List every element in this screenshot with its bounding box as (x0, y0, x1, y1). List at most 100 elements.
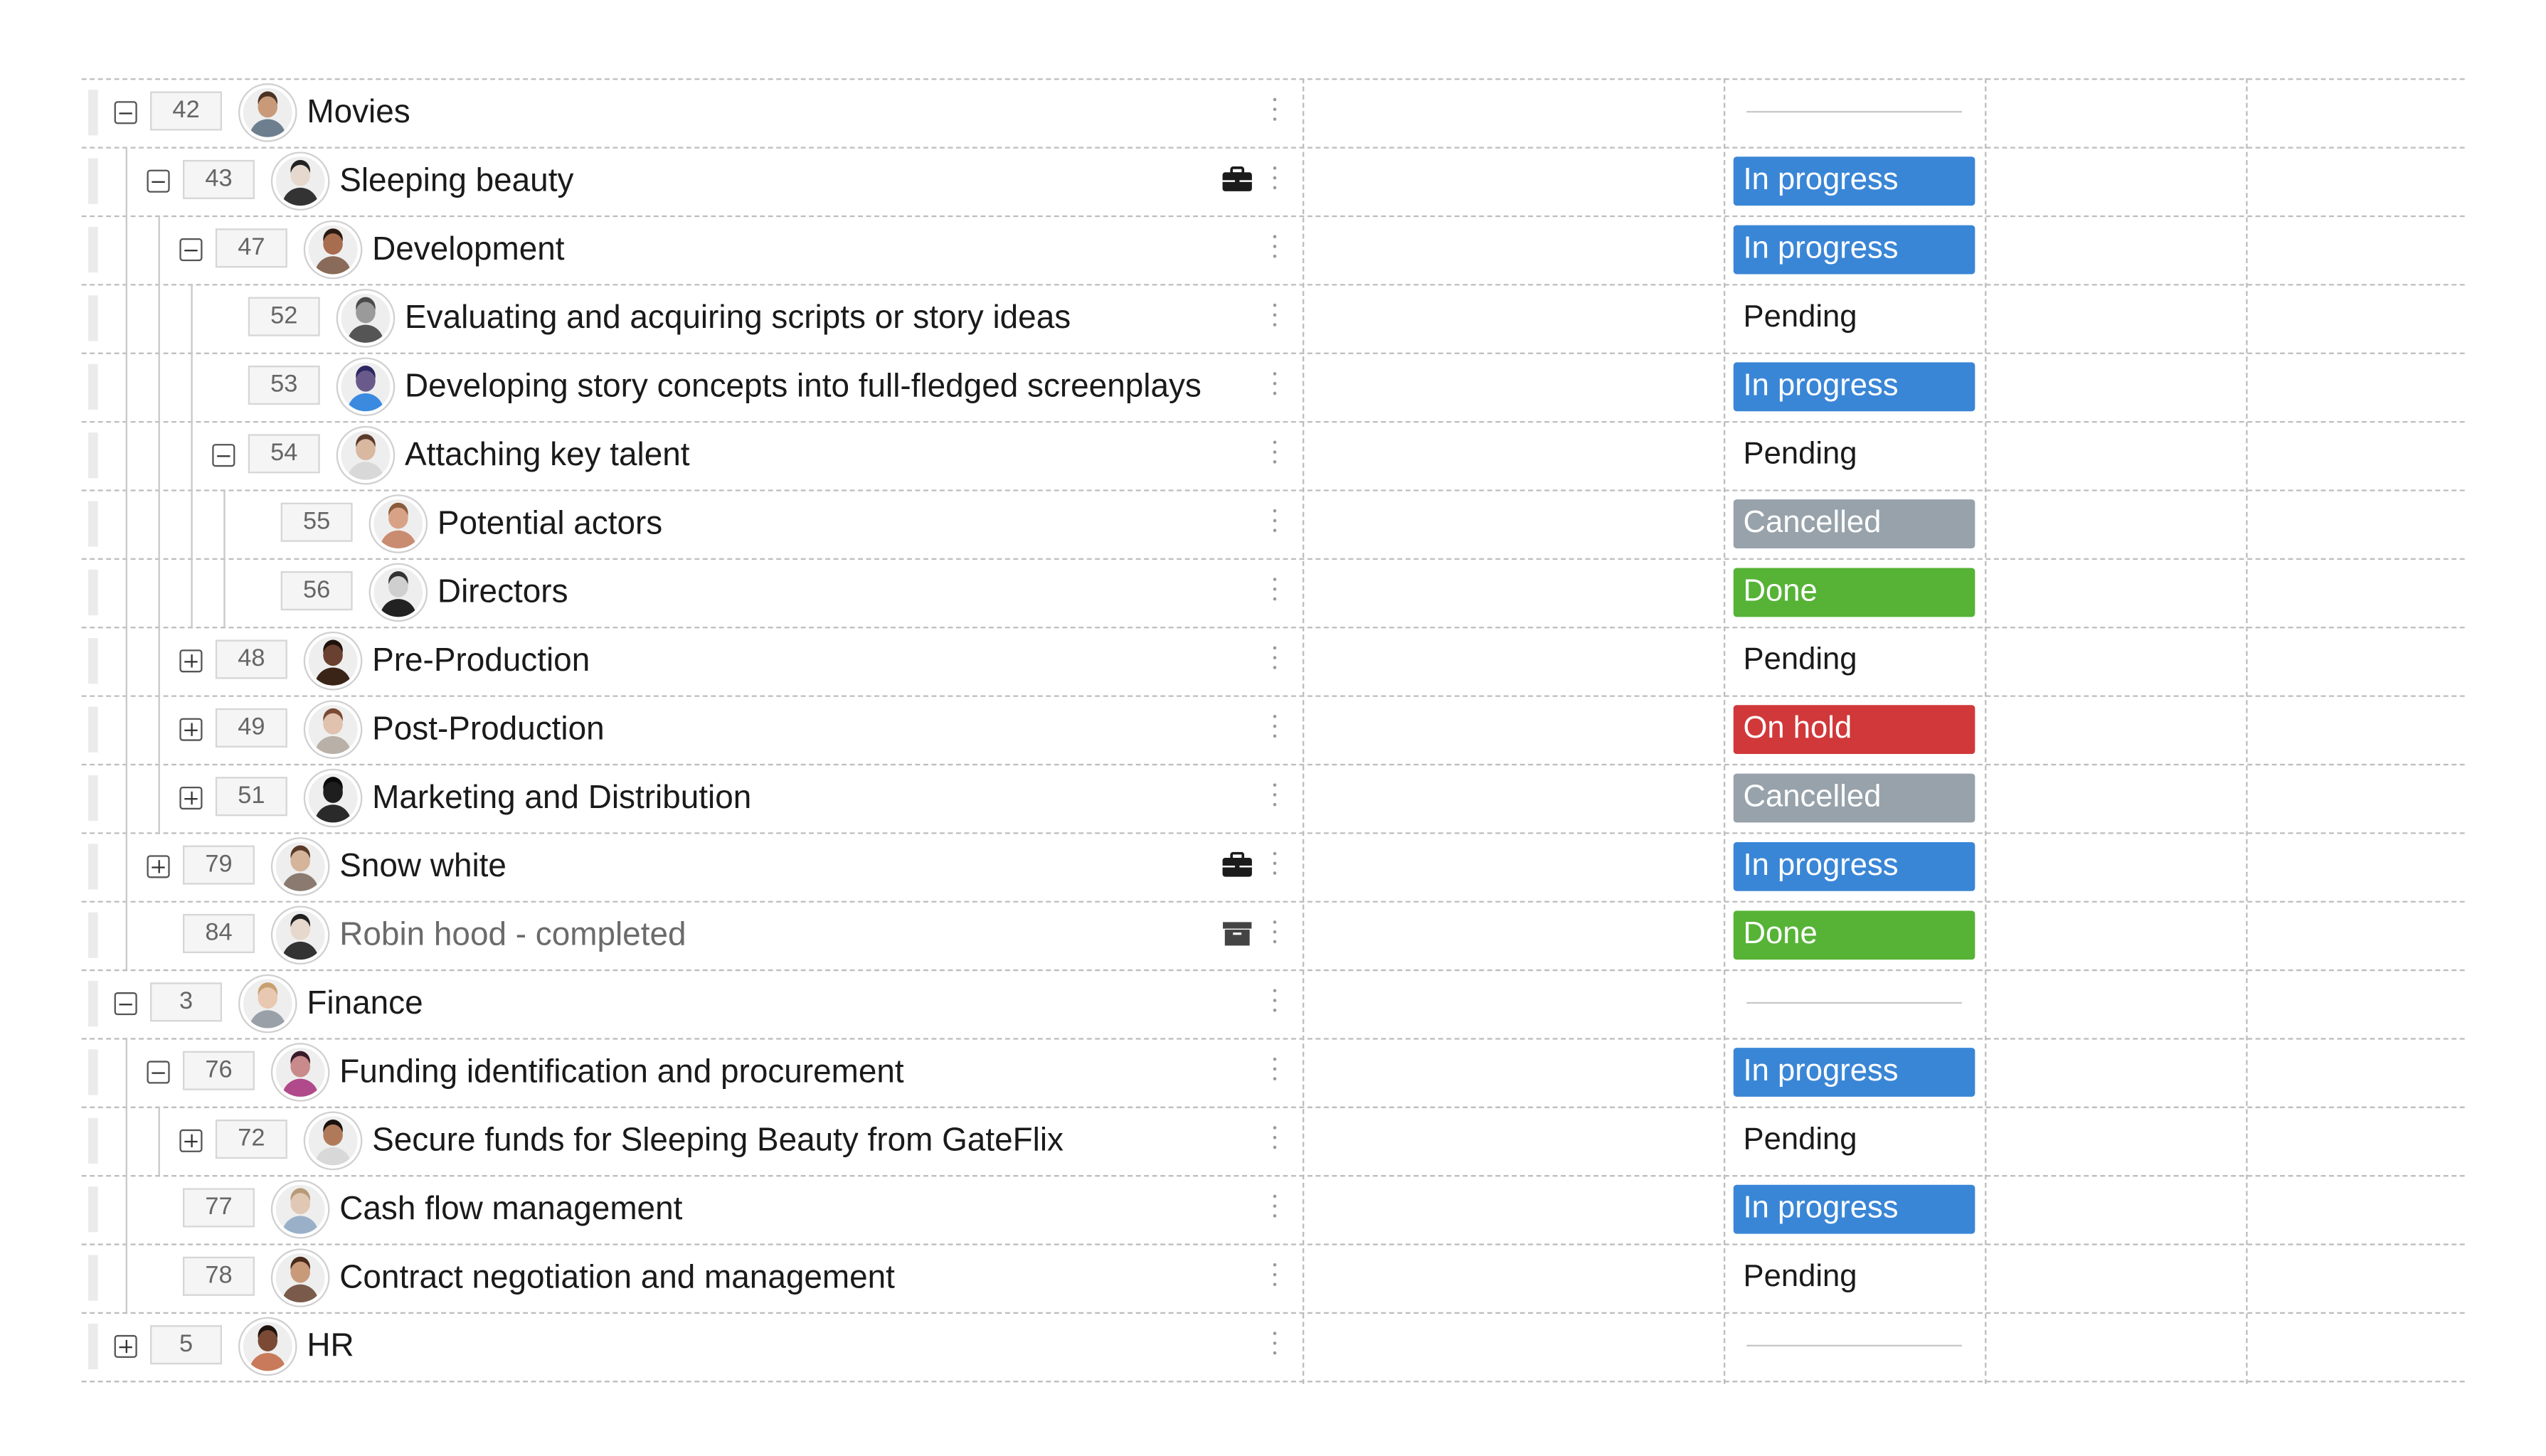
table-row[interactable]: 43 Sleeping beauty In progress (82, 147, 2465, 216)
expand-icon[interactable] (147, 855, 170, 878)
row-menu-icon[interactable] (1273, 989, 1278, 1015)
avatar[interactable] (370, 564, 426, 620)
row-menu-icon[interactable] (1273, 372, 1278, 398)
status-badge[interactable]: In progress (1733, 1048, 1975, 1097)
table-row[interactable]: 5 HR (82, 1312, 2465, 1381)
row-menu-icon[interactable] (1273, 714, 1278, 741)
status-badge[interactable]: Done (1733, 910, 1975, 960)
row-menu-icon[interactable] (1273, 851, 1278, 878)
row-menu-icon[interactable] (1273, 783, 1278, 809)
collapse-icon[interactable] (114, 101, 137, 124)
table-row[interactable]: 42 Movies (82, 78, 2465, 147)
status-badge[interactable]: Done (1733, 568, 1975, 617)
drag-handle[interactable] (87, 1049, 98, 1095)
task-name[interactable]: Development (372, 216, 564, 284)
avatar[interactable] (272, 1250, 329, 1306)
status-badge[interactable]: Pending (1734, 1116, 1975, 1165)
table-row[interactable]: 78 Contract negotiation and management Pen… (82, 1243, 2465, 1312)
drag-handle[interactable] (87, 432, 98, 479)
status-badge[interactable]: In progress (1733, 1184, 1975, 1234)
table-row[interactable]: 77 Cash flow management In progress (82, 1175, 2465, 1244)
status-badge[interactable]: In progress (1733, 156, 1975, 206)
drag-handle[interactable] (87, 1255, 98, 1301)
table-row[interactable]: 55 Potential actors Cancelled (82, 489, 2465, 558)
avatar[interactable] (240, 85, 296, 141)
avatar[interactable] (305, 770, 361, 827)
row-menu-icon[interactable] (1273, 1194, 1278, 1221)
row-menu-icon[interactable] (1273, 1126, 1278, 1152)
drag-handle[interactable] (87, 226, 98, 273)
expand-icon[interactable] (179, 1129, 203, 1152)
task-name[interactable]: Funding identification and procurement (339, 1038, 903, 1106)
avatar[interactable] (240, 976, 296, 1032)
row-menu-icon[interactable] (1273, 166, 1278, 193)
collapse-icon[interactable] (179, 238, 203, 262)
status-badge[interactable]: Cancelled (1733, 773, 1975, 823)
drag-handle[interactable] (87, 844, 98, 890)
row-menu-icon[interactable] (1273, 920, 1278, 947)
row-menu-icon[interactable] (1273, 440, 1278, 467)
table-row[interactable]: 79 Snow white In progress (82, 832, 2465, 901)
briefcase-icon[interactable] (1221, 166, 1253, 193)
table-row[interactable]: 54 Attaching key talent Pending (82, 420, 2465, 490)
avatar[interactable] (272, 1044, 329, 1100)
row-menu-icon[interactable] (1273, 1263, 1278, 1290)
table-row[interactable]: 84 Robin hood - completed Done (82, 900, 2465, 969)
drag-handle[interactable] (87, 501, 98, 547)
collapse-icon[interactable] (212, 444, 235, 467)
row-menu-icon[interactable] (1273, 235, 1278, 261)
table-row[interactable]: 76 Funding identification and procurement… (82, 1038, 2465, 1107)
drag-handle[interactable] (87, 363, 98, 410)
table-row[interactable]: 48 Pre-Production Pending (82, 627, 2465, 696)
avatar[interactable] (272, 153, 329, 209)
task-name[interactable]: Cash flow management (339, 1175, 682, 1243)
table-row[interactable]: 3 Finance (82, 969, 2465, 1038)
task-name[interactable]: Robin hood - completed (339, 901, 686, 969)
task-name[interactable]: Sleeping beauty (339, 147, 573, 216)
collapse-icon[interactable] (147, 169, 170, 193)
drag-handle[interactable] (87, 1117, 98, 1164)
avatar[interactable] (272, 907, 329, 963)
task-name[interactable]: Contract negotiation and management (339, 1243, 895, 1312)
archive-icon[interactable] (1221, 920, 1253, 947)
task-name[interactable]: Movies (307, 78, 410, 147)
task-name[interactable]: Directors (437, 558, 568, 627)
task-name[interactable]: Potential actors (437, 489, 662, 558)
task-name[interactable]: Secure funds for Sleeping Beauty from Ga… (372, 1107, 1064, 1175)
status-badge[interactable]: In progress (1733, 841, 1975, 891)
avatar[interactable] (337, 427, 393, 484)
avatar[interactable] (370, 496, 426, 552)
avatar[interactable] (272, 1181, 329, 1238)
collapse-icon[interactable] (147, 1061, 170, 1084)
task-name[interactable]: Developing story concepts into full-fled… (405, 353, 1202, 421)
status-badge[interactable]: Pending (1734, 1253, 1975, 1302)
task-name[interactable]: Evaluating and acquiring scripts or stor… (405, 284, 1071, 352)
status-badge[interactable]: On hold (1733, 705, 1975, 755)
expand-icon[interactable] (114, 1334, 137, 1359)
table-row[interactable]: 53 Developing story concepts into full-fl… (82, 352, 2465, 421)
row-menu-icon[interactable] (1273, 509, 1278, 536)
row-menu-icon[interactable] (1273, 646, 1278, 673)
task-name[interactable]: Pre-Production (372, 627, 590, 695)
avatar[interactable] (305, 1112, 361, 1169)
row-menu-icon[interactable] (1273, 1057, 1278, 1084)
status-badge[interactable]: Pending (1734, 294, 1975, 343)
drag-handle[interactable] (87, 775, 98, 822)
expand-icon[interactable] (179, 718, 203, 741)
briefcase-icon[interactable] (1221, 851, 1253, 878)
table-row[interactable]: 49 Post-Production On hold (82, 695, 2465, 764)
drag-handle[interactable] (87, 569, 98, 616)
table-row[interactable]: 56 Directors Done (82, 558, 2465, 627)
status-badge[interactable]: Cancelled (1733, 499, 1975, 548)
drag-handle[interactable] (87, 980, 98, 1027)
avatar[interactable] (337, 358, 393, 415)
task-name[interactable]: Marketing and Distribution (372, 764, 751, 832)
row-menu-icon[interactable] (1273, 578, 1278, 604)
expand-icon[interactable] (179, 649, 203, 673)
task-name[interactable]: Post-Production (372, 695, 605, 763)
avatar[interactable] (272, 839, 329, 895)
status-badge[interactable]: In progress (1733, 362, 1975, 412)
row-menu-icon[interactable] (1273, 303, 1278, 330)
avatar[interactable] (337, 290, 393, 346)
drag-handle[interactable] (87, 295, 98, 341)
